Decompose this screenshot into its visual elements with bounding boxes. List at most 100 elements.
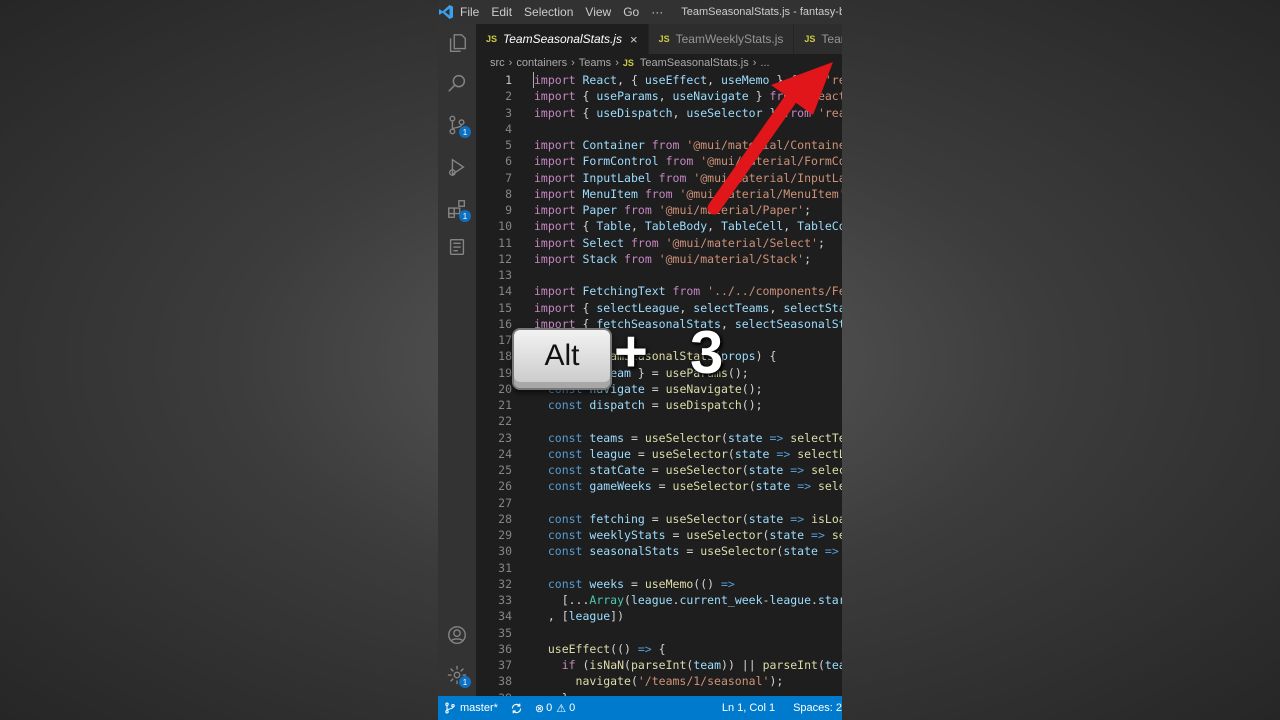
tab-team-seasonal-stats[interactable]: JS TeamSeasonalStats.js × [476, 24, 649, 54]
breadcrumb-teams[interactable]: Teams [579, 57, 611, 69]
line-number: 20 [498, 381, 512, 396]
code-line[interactable]: 13 [476, 267, 842, 283]
breadcrumb-containers[interactable]: containers [516, 57, 567, 69]
js-file-icon: JS [486, 34, 498, 44]
code-line[interactable]: 35 [476, 625, 842, 641]
line-number: 21 [498, 398, 512, 412]
search-icon[interactable] [438, 64, 476, 102]
branch-name: master* [460, 702, 498, 714]
notebook-icon[interactable] [438, 228, 476, 266]
line-number: 11 [498, 235, 512, 250]
tab-team-weekly-stats[interactable]: JS TeamWeeklyStats.js [648, 24, 795, 54]
code-line[interactable]: 23 const teams = useSelector(state => se… [476, 430, 842, 446]
code-line[interactable]: 8 import MenuItem from '@mui/material/Men… [476, 186, 842, 202]
window-title: TeamSeasonalStats.js - fantasy-b [681, 6, 842, 18]
line-number: 14 [498, 284, 512, 299]
code-line[interactable]: 36 useEffect(() => { [476, 641, 842, 657]
code-line[interactable]: 21 const dispatch = useDispatch(); [476, 397, 842, 413]
account-icon[interactable] [438, 616, 476, 654]
code-line[interactable]: 6 import FormControl from '@mui/material/… [476, 153, 842, 169]
code-line[interactable]: 31 [476, 560, 842, 576]
branch-indicator[interactable]: master* [438, 702, 504, 714]
breadcrumb-symbol[interactable]: ... [760, 57, 769, 69]
code-line[interactable]: 22 [476, 413, 842, 429]
manage-gear-icon[interactable]: 1 [438, 656, 476, 694]
code-text: const weeklyStats = useSelector(state =>… [547, 528, 842, 542]
code-line[interactable]: 5 import Container from '@mui/material/Co… [476, 137, 842, 153]
vscode-logo-icon[interactable] [438, 0, 454, 24]
code-line[interactable]: 24 const league = useSelector(state => s… [476, 446, 842, 462]
code-line[interactable]: 9 import Paper from '@mui/material/Paper'… [476, 202, 842, 218]
line-number: 36 [498, 641, 512, 656]
breadcrumb-src[interactable]: src [490, 57, 505, 69]
line-number: 29 [498, 528, 512, 542]
code-line[interactable]: 4 [476, 121, 842, 137]
menu-go[interactable]: Go [617, 5, 645, 19]
code-line[interactable]: 26 const gameWeeks = useSelector(state =… [476, 478, 842, 494]
source-control-icon[interactable]: 1 [438, 106, 476, 144]
line-number: 4 [505, 121, 512, 136]
code-text: if (isNaN(parseInt(team)) || parseInt(te… [561, 658, 842, 672]
source-control-badge: 1 [459, 126, 471, 138]
code-line[interactable]: 37 if (isNaN(parseInt(team)) || parseInt… [476, 657, 842, 673]
menu-selection[interactable]: Selection [518, 5, 579, 19]
code-line[interactable]: 28 const fetching = useSelector(state =>… [476, 511, 842, 527]
line-number: 26 [498, 479, 512, 494]
line-number: 6 [505, 154, 512, 169]
code-text: const league = useSelector(state => sele… [547, 446, 842, 461]
line-number: 23 [498, 430, 512, 445]
code-text: import FormControl from '@mui/material/F… [534, 154, 842, 169]
code-text: const weeks = useMemo(() => [547, 576, 735, 591]
line-number: 2 [505, 89, 512, 104]
menu-edit[interactable]: Edit [485, 5, 518, 19]
code-line[interactable]: 30 const seasonalStats = useSelector(sta… [476, 543, 842, 559]
code-text: const teams = useSelector(state => selec… [547, 430, 842, 445]
code-line[interactable]: 14 import FetchingText from '../../compon… [476, 283, 842, 299]
code-line[interactable]: 1 import React, { useEffect, useMemo } fr… [476, 72, 842, 88]
cursor-position[interactable]: Ln 1, Col 1 [716, 702, 787, 714]
menu-view[interactable]: View [579, 5, 617, 19]
code-line[interactable]: 27 [476, 495, 842, 511]
extensions-icon[interactable]: 1 [438, 190, 476, 228]
code-line[interactable]: 33 [...Array(league.current_week-league.… [476, 592, 842, 608]
error-count: 0 [546, 702, 553, 714]
menu-file[interactable]: File [454, 5, 485, 19]
indentation-setting[interactable]: Spaces: 2 [787, 702, 842, 714]
tab-team-ma[interactable]: JS TeamMa [794, 24, 842, 54]
code-line[interactable]: 34 , [league]) [476, 608, 842, 624]
code-line[interactable]: 12 import Stack from '@mui/material/Stack… [476, 251, 842, 267]
code-line[interactable]: 2 import { useParams, useNavigate } from … [476, 88, 842, 104]
line-number: 30 [498, 544, 512, 559]
line-number: 8 [505, 186, 512, 201]
manage-badge: 1 [459, 676, 471, 688]
code-line[interactable]: 32 const weeks = useMemo(() => [476, 576, 842, 592]
run-debug-icon[interactable] [438, 148, 476, 186]
code-text: import InputLabel from '@mui/material/In… [534, 170, 842, 185]
line-number: 37 [498, 658, 512, 672]
code-line[interactable]: 10 import { Table, TableBody, TableCell, … [476, 218, 842, 234]
code-line[interactable]: 3 import { useDispatch, useSelector } fro… [476, 105, 842, 121]
code-text: import { useDispatch, useSelector } from… [534, 105, 842, 120]
code-line[interactable]: 11 import Select from '@mui/material/Sele… [476, 235, 842, 251]
problems-indicator[interactable]: ⊗ 0 ⚠ 0 [529, 702, 581, 715]
code-text: const statCate = useSelector(state => se… [547, 463, 842, 477]
js-file-icon: JS [658, 34, 670, 44]
code-line[interactable]: 25 const statCate = useSelector(state =>… [476, 462, 842, 478]
explorer-icon[interactable] [438, 24, 476, 62]
menu-more[interactable]: ··· [645, 5, 669, 19]
line-number: 13 [498, 268, 512, 282]
line-number: 18 [498, 349, 512, 364]
breadcrumb-file[interactable]: TeamSeasonalStats.js [640, 57, 749, 69]
editor-tabs: JS TeamSeasonalStats.js × JS TeamWeeklyS… [476, 24, 842, 54]
code-line[interactable]: 7 import InputLabel from '@mui/material/I… [476, 170, 842, 186]
line-number: 12 [498, 251, 512, 266]
code-line[interactable]: 29 const weeklyStats = useSelector(state… [476, 527, 842, 543]
close-icon[interactable]: × [630, 32, 638, 47]
code-text: import React, { useEffect, useMemo } fro… [534, 73, 842, 87]
line-number: 17 [498, 333, 512, 347]
code-line[interactable]: 15 import { selectLeague, selectTeams, se… [476, 300, 842, 316]
code-text: const seasonalStats = useSelector(state … [547, 544, 839, 559]
code-line[interactable]: 38 navigate('/teams/1/seasonal'); [476, 673, 842, 689]
sync-icon[interactable] [504, 702, 529, 715]
warning-count: 0 [569, 702, 576, 714]
